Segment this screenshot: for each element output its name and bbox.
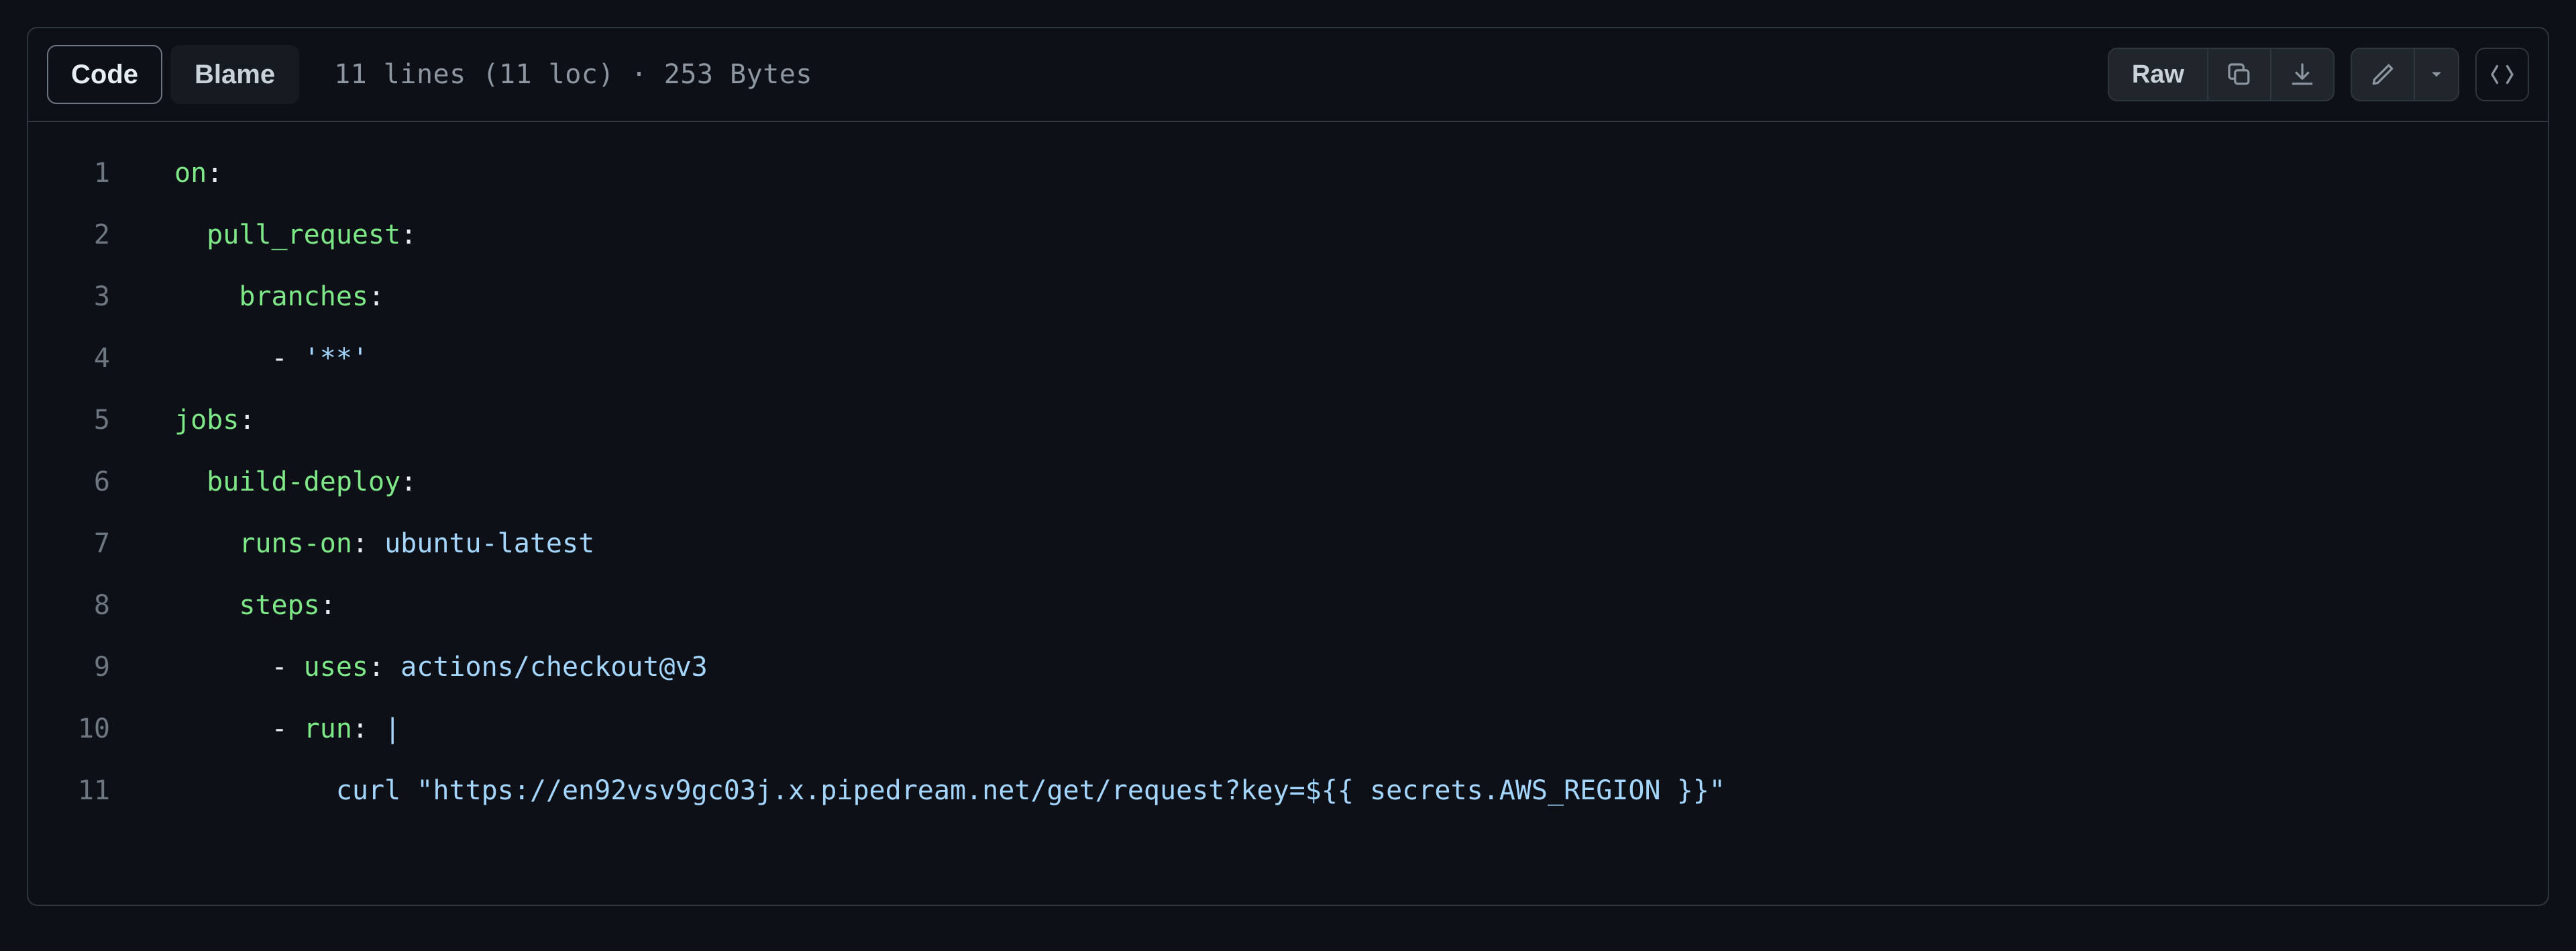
- view-tabs: Code Blame: [47, 45, 299, 104]
- copy-button[interactable]: [2207, 49, 2270, 100]
- code-line: runs-on: ubuntu-latest: [174, 513, 2548, 574]
- code-lines[interactable]: on: pull_request: branches: - '**'jobs: …: [142, 142, 2548, 905]
- code-line: branches:: [174, 266, 2548, 328]
- code-line: pull_request:: [174, 204, 2548, 266]
- edit-more-button[interactable]: [2414, 49, 2458, 100]
- copy-icon: [2226, 61, 2253, 88]
- line-number[interactable]: 8: [28, 574, 110, 636]
- download-button[interactable]: [2270, 49, 2333, 100]
- line-number[interactable]: 6: [28, 451, 110, 513]
- code-line: - run: |: [174, 698, 2548, 760]
- download-icon: [2289, 61, 2316, 88]
- tab-code[interactable]: Code: [47, 45, 162, 104]
- line-number[interactable]: 3: [28, 266, 110, 328]
- line-number[interactable]: 2: [28, 204, 110, 266]
- line-number[interactable]: 10: [28, 698, 110, 760]
- code-line: curl "https://en92vsv9gc03j.x.pipedream.…: [174, 760, 2548, 821]
- file-info: 11 lines (11 loc) · 253 Bytes: [334, 59, 812, 90]
- line-number[interactable]: 5: [28, 389, 110, 451]
- line-number[interactable]: 1: [28, 142, 110, 204]
- line-number[interactable]: 7: [28, 513, 110, 574]
- symbols-icon: [2489, 61, 2516, 88]
- file-viewer: Code Blame 11 lines (11 loc) · 253 Bytes…: [27, 27, 2549, 906]
- line-number[interactable]: 11: [28, 760, 110, 821]
- raw-copy-download-group: Raw: [2108, 48, 2334, 101]
- file-actions: Raw: [2108, 48, 2529, 101]
- line-number[interactable]: 4: [28, 328, 110, 389]
- code-line: - uses: actions/checkout@v3: [174, 636, 2548, 698]
- code-line: - '**': [174, 328, 2548, 389]
- code-line: steps:: [174, 574, 2548, 636]
- raw-button[interactable]: Raw: [2109, 49, 2207, 100]
- edit-group: [2351, 48, 2459, 101]
- code-line: jobs:: [174, 389, 2548, 451]
- caret-down-icon: [2427, 65, 2446, 84]
- tab-blame[interactable]: Blame: [170, 45, 299, 104]
- code-area: 1234567891011 on: pull_request: branches…: [28, 122, 2548, 905]
- code-line: on:: [174, 142, 2548, 204]
- line-number-gutter: 1234567891011: [28, 142, 142, 905]
- file-toolbar: Code Blame 11 lines (11 loc) · 253 Bytes…: [28, 28, 2548, 122]
- line-number[interactable]: 9: [28, 636, 110, 698]
- symbols-button[interactable]: [2475, 48, 2529, 101]
- code-line: build-deploy:: [174, 451, 2548, 513]
- edit-button[interactable]: [2352, 49, 2414, 100]
- pencil-icon: [2369, 61, 2396, 88]
